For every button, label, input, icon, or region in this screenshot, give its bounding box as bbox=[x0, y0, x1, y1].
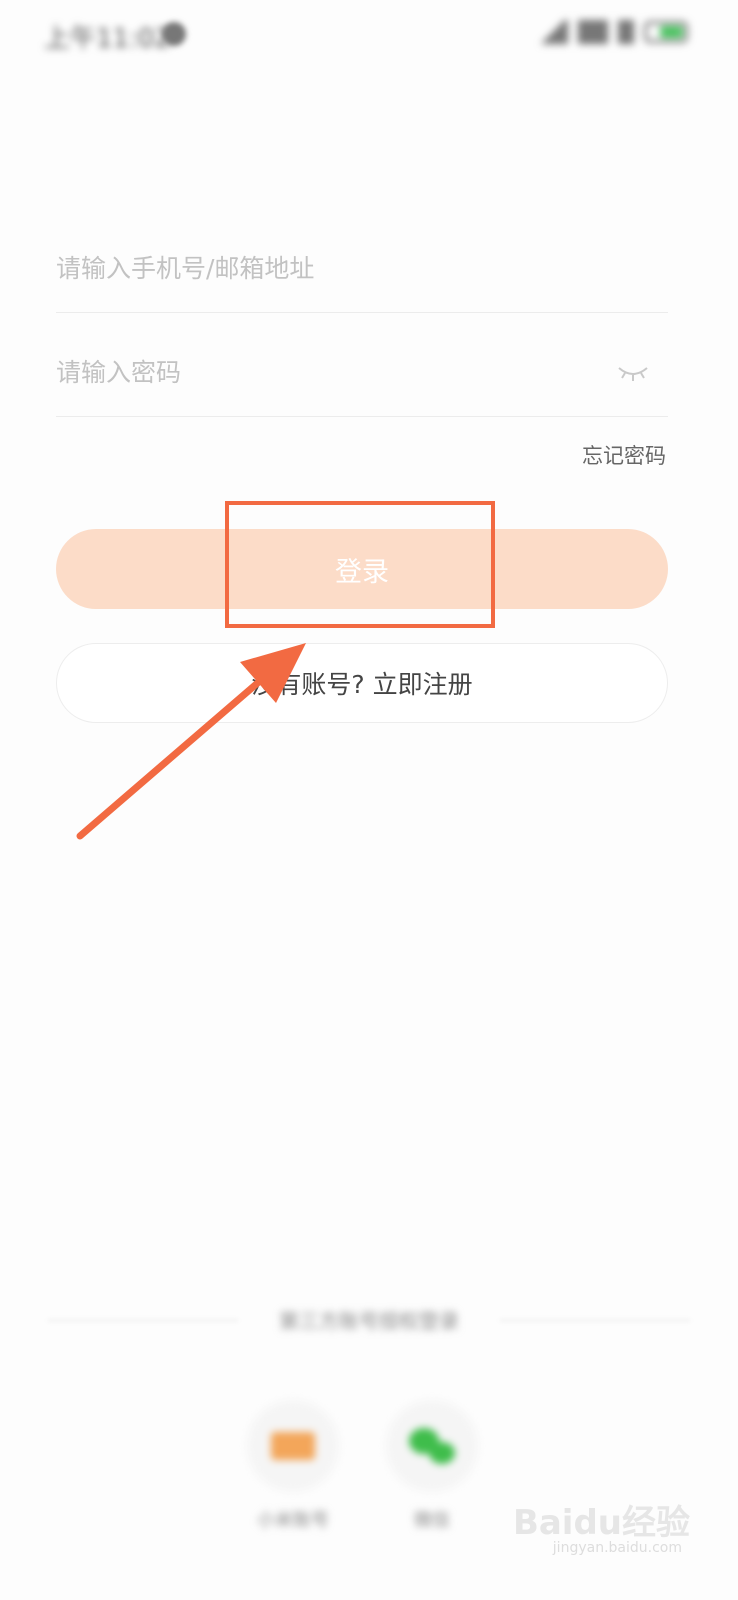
login-button-label: 登录 bbox=[335, 556, 389, 588]
sim-icon bbox=[618, 20, 634, 44]
mi-icon bbox=[247, 1400, 339, 1492]
register-button[interactable]: 没有账号? 立即注册 bbox=[56, 643, 668, 723]
battery-icon bbox=[644, 21, 688, 43]
phone-email-field bbox=[56, 228, 668, 313]
forgot-password-link[interactable]: 忘记密码 bbox=[582, 440, 666, 470]
wechat-login-button[interactable]: 微信 bbox=[382, 1400, 482, 1532]
xiaomi-label: 小米账号 bbox=[257, 1510, 329, 1531]
phone-email-input[interactable] bbox=[56, 238, 576, 298]
wechat-icon bbox=[386, 1400, 478, 1492]
baidu-watermark: Baidu经验 bbox=[512, 1503, 690, 1543]
status-bar: 上午11:02 bbox=[0, 0, 738, 70]
wechat-label: 微信 bbox=[414, 1510, 450, 1531]
login-button[interactable]: 登录 bbox=[56, 529, 668, 609]
eye-closed-icon[interactable] bbox=[616, 360, 650, 384]
divider-right bbox=[500, 1320, 690, 1321]
password-field bbox=[56, 334, 668, 417]
status-time: 上午11:02 bbox=[44, 24, 171, 54]
password-input[interactable] bbox=[56, 342, 576, 402]
baidu-watermark-url: jingyan.baidu.com bbox=[552, 1540, 682, 1556]
status-icons bbox=[538, 20, 688, 44]
register-button-label: 没有账号? 立即注册 bbox=[251, 670, 473, 699]
notification-icon bbox=[162, 22, 186, 46]
cellular-icon bbox=[578, 20, 608, 44]
xiaomi-login-button[interactable]: 小米账号 bbox=[243, 1400, 343, 1532]
signal-icon bbox=[538, 20, 568, 44]
